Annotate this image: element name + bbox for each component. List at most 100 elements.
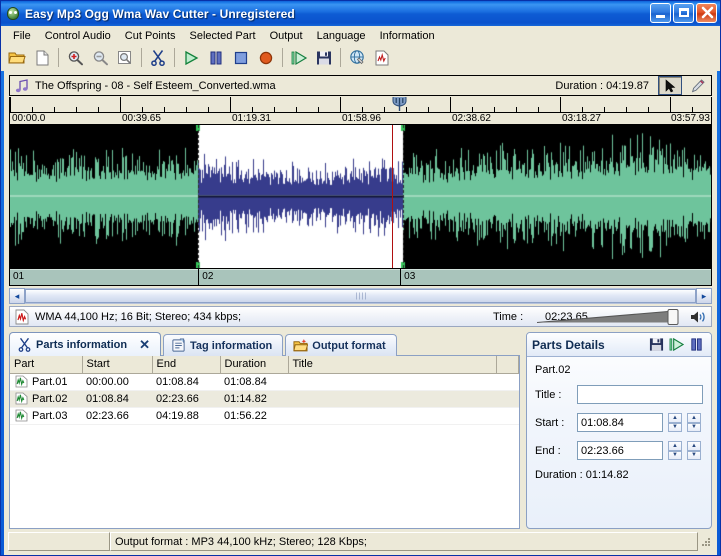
record-button[interactable] (254, 46, 278, 69)
select-tool-button[interactable] (658, 76, 682, 95)
spin-up-icon[interactable]: ▲ (668, 413, 682, 423)
part-name: Part.01 (32, 376, 67, 388)
speaker-icon[interactable] (689, 309, 707, 325)
cell-title (288, 391, 497, 408)
pause-icon (208, 50, 224, 66)
play-selection-icon (290, 50, 308, 66)
web-button[interactable] (345, 46, 369, 69)
cell-title (288, 408, 497, 425)
play-button[interactable] (179, 46, 203, 69)
new-file-button[interactable] (30, 46, 54, 69)
details-end-spinner-1[interactable]: ▲ ▼ (668, 441, 682, 460)
table-row[interactable]: Part.01 00:00.00 01:08.84 01:08.84 (10, 373, 519, 391)
details-save-button[interactable] (646, 336, 666, 354)
scroll-left-button[interactable]: ◂ (9, 288, 25, 304)
table-row[interactable]: Part.02 01:08.84 02:23.66 01:14.82 (10, 391, 519, 408)
details-start-spinner-2[interactable]: ▲ ▼ (687, 413, 701, 432)
tab-tag-information[interactable]: Tag information (163, 334, 283, 356)
save-button[interactable] (312, 46, 336, 69)
part-segment-01[interactable]: 01 (10, 269, 199, 285)
menu-item-cut-points[interactable]: Cut Points (118, 29, 183, 43)
column-header-start[interactable]: Start (82, 356, 152, 373)
resize-grip-icon[interactable] (698, 532, 713, 551)
play-selection-button[interactable] (287, 46, 311, 69)
record-icon (258, 50, 274, 66)
maximize-button[interactable] (673, 3, 694, 23)
menu-item-file[interactable]: File (6, 29, 38, 43)
cell-start: 01:08.84 (82, 391, 152, 408)
zoom-in-button[interactable] (63, 46, 87, 69)
details-pause-button[interactable] (686, 336, 706, 354)
spin-up-icon[interactable]: ▲ (687, 413, 701, 423)
spin-down-icon[interactable]: ▼ (687, 423, 701, 433)
zoom-out-button[interactable] (88, 46, 112, 69)
time-ruler[interactable]: 00:00.0 00:39.65 01:19.31 01:58.96 02:38… (9, 97, 712, 124)
parts-table-container[interactable]: Part Start End Duration Title (9, 355, 520, 529)
column-header-duration[interactable]: Duration (220, 356, 288, 373)
ruler-tick-major (120, 97, 121, 112)
details-start-row: Start : ▲ ▼ ▲ ▼ (535, 413, 703, 432)
arrow-select-icon (664, 79, 677, 93)
zoom-selection-button[interactable] (113, 46, 137, 69)
scroll-thumb[interactable] (25, 289, 696, 303)
waveform-display[interactable] (9, 124, 712, 269)
app-icon (5, 6, 21, 22)
details-end-spinner-2[interactable]: ▲ ▼ (687, 441, 701, 460)
details-play-button[interactable] (666, 336, 686, 354)
toolbar-separator (58, 48, 59, 67)
parts-band[interactable]: 01 02 03 (9, 269, 712, 286)
ruler-tick-major (340, 97, 341, 112)
table-row[interactable]: Part.03 02:23.66 04:19.88 01:56.22 (10, 408, 519, 425)
cell-extra (497, 373, 519, 391)
stop-button[interactable] (229, 46, 253, 69)
minimize-button[interactable] (650, 3, 671, 23)
marker-tool-button[interactable] (685, 76, 709, 95)
tab-label: Parts information (36, 339, 127, 351)
title-bar: Easy Mp3 Ogg Wma Wav Cutter - Unregister… (1, 1, 720, 26)
tab-output-format[interactable]: Output format (285, 334, 396, 356)
spin-down-icon[interactable]: ▼ (687, 451, 701, 461)
details-end-input[interactable] (577, 441, 663, 460)
part-segment-02[interactable]: 02 (199, 269, 401, 285)
menu-item-output[interactable]: Output (263, 29, 310, 43)
spin-up-icon[interactable]: ▲ (687, 441, 701, 451)
part-name: Part.03 (32, 410, 67, 422)
close-button[interactable] (696, 3, 717, 23)
waveform-canvas[interactable] (10, 125, 712, 268)
menu-item-information[interactable]: Information (373, 29, 442, 43)
part-segment-03[interactable]: 03 (401, 269, 711, 285)
ruler-label-0: 00:00.0 (10, 113, 45, 124)
pause-button[interactable] (204, 46, 228, 69)
about-button[interactable] (370, 46, 394, 69)
column-header-part[interactable]: Part (10, 356, 82, 373)
menu-item-language[interactable]: Language (310, 29, 373, 43)
pause-icon (689, 337, 704, 352)
cut-button[interactable] (146, 46, 170, 69)
horizontal-scrollbar[interactable]: ◂ ▸ (9, 288, 712, 304)
details-title-input[interactable] (577, 385, 703, 404)
new-file-icon (35, 50, 50, 66)
ruler-tick-major (10, 97, 11, 112)
tab-close-icon[interactable]: ✕ (139, 337, 150, 353)
scroll-track[interactable] (25, 288, 696, 304)
details-start-input[interactable] (577, 413, 663, 432)
spin-down-icon[interactable]: ▼ (668, 423, 682, 433)
tab-parts-information[interactable]: Parts information ✕ (9, 332, 161, 356)
column-header-title[interactable]: Title (288, 356, 497, 373)
volume-slider[interactable] (537, 309, 685, 325)
waveform-green-icon (14, 375, 29, 388)
file-info-bar: The Offspring - 08 - Self Esteem_Convert… (9, 75, 712, 96)
spin-up-icon[interactable]: ▲ (668, 441, 682, 451)
scroll-right-button[interactable]: ▸ (696, 288, 712, 304)
open-folder-button[interactable] (5, 46, 29, 69)
spin-down-icon[interactable]: ▼ (668, 451, 682, 461)
menu-item-control-audio[interactable]: Control Audio (38, 29, 118, 43)
menu-item-selected-part[interactable]: Selected Part (183, 29, 263, 43)
cell-end: 04:19.88 (152, 408, 220, 425)
zoom-in-icon (67, 50, 84, 66)
column-header-end[interactable]: End (152, 356, 220, 373)
playhead-marker-icon[interactable] (391, 97, 408, 113)
cell-part: Part.03 (10, 408, 82, 425)
details-start-spinner-1[interactable]: ▲ ▼ (668, 413, 682, 432)
status-bar-left (8, 532, 110, 551)
